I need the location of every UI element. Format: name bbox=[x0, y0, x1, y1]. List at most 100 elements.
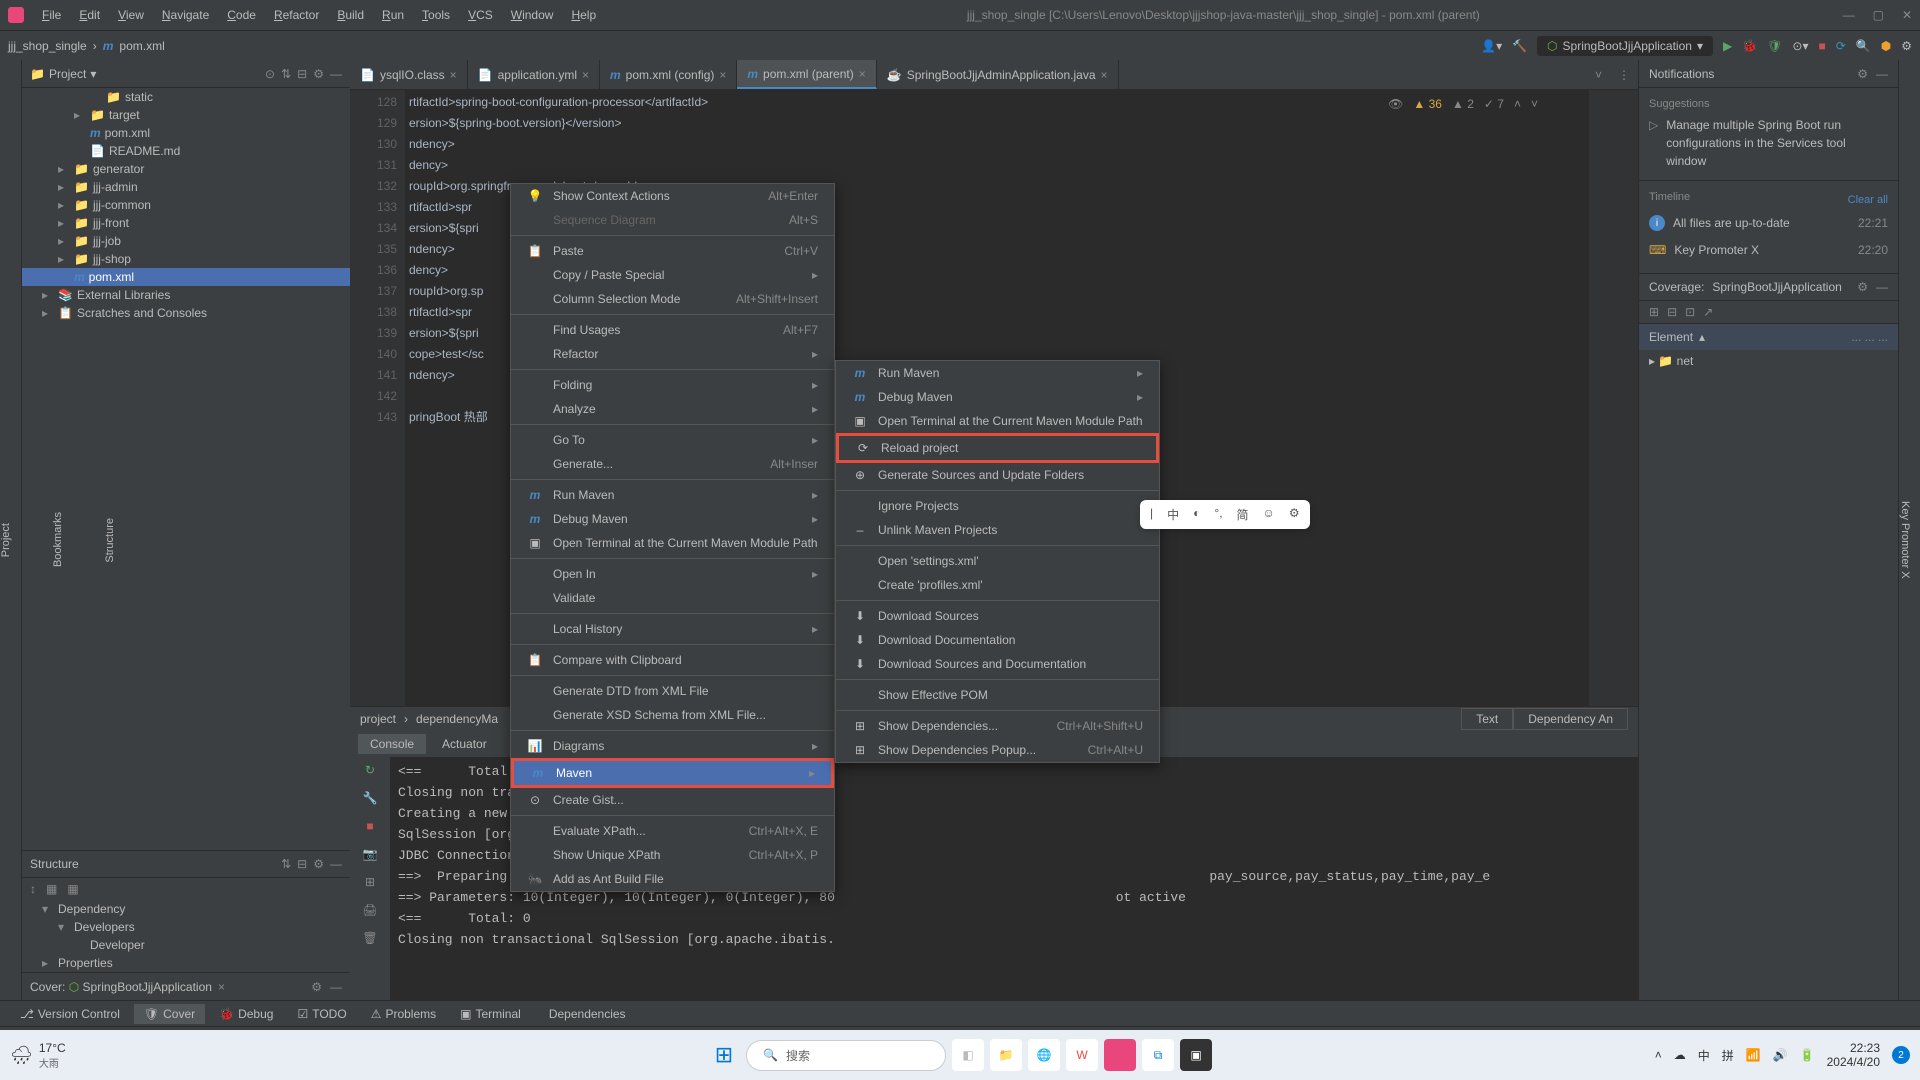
project-tool-button[interactable]: Project bbox=[0, 523, 12, 557]
menu-item-open-terminal-at-the-current-maven-module-path[interactable]: ▣Open Terminal at the Current Maven Modu… bbox=[511, 531, 834, 555]
run-config-selector[interactable]: ⬡ SpringBootJjjApplication ▾ bbox=[1537, 36, 1713, 56]
menu-item-generate-sources-and-update-folders[interactable]: ⊕Generate Sources and Update Folders bbox=[836, 463, 1159, 487]
eye-icon[interactable]: 👁 bbox=[1388, 94, 1403, 115]
inspection-widget[interactable]: 👁 ▲ 36 ▲ 2 ✓ 7 ˄ ˅ bbox=[1388, 94, 1538, 115]
menu-item-paste[interactable]: 📋PasteCtrl+V bbox=[511, 239, 834, 263]
editor-tab[interactable]: mpom.xml (config)× bbox=[600, 60, 737, 89]
menu-help[interactable]: Help bbox=[563, 4, 604, 26]
console-tab[interactable]: Console bbox=[358, 734, 426, 754]
menu-item-download-sources[interactable]: ⬇Download Sources bbox=[836, 604, 1159, 628]
structure-item[interactable]: ▾Dependency bbox=[22, 900, 350, 918]
breadcrumb-project[interactable]: jjj_shop_single bbox=[8, 39, 87, 53]
menu-vcs[interactable]: VCS bbox=[460, 4, 501, 26]
filter-icon[interactable]: ▦ bbox=[46, 882, 57, 896]
weather-widget[interactable]: 🌧 17°C 大雨 bbox=[10, 1041, 66, 1070]
coverage-tree-item[interactable]: ▸ 📁 net bbox=[1639, 350, 1898, 372]
edge-icon[interactable]: 🌐 bbox=[1028, 1039, 1060, 1071]
debug-icon[interactable]: 🐞 bbox=[1742, 39, 1757, 53]
text-tab[interactable]: Text bbox=[1461, 708, 1513, 730]
menu-item-show-unique-xpath[interactable]: Show Unique XPathCtrl+Alt+X, P bbox=[511, 843, 834, 867]
start-icon[interactable]: ⊞ bbox=[708, 1039, 740, 1071]
tree-item[interactable]: ▸📁jjj-front bbox=[22, 214, 350, 232]
menu-item-open-settings-xml-[interactable]: Open 'settings.xml' bbox=[836, 549, 1159, 573]
hide-icon[interactable]: — bbox=[330, 980, 342, 994]
actuator-tab[interactable]: Actuator bbox=[430, 734, 499, 754]
menu-item-create-gist-[interactable]: ⊙Create Gist... bbox=[511, 788, 834, 812]
menu-item-generate-[interactable]: Generate...Alt+Inser bbox=[511, 452, 834, 476]
close-tab-icon[interactable]: × bbox=[1101, 68, 1108, 82]
minimap[interactable] bbox=[1588, 90, 1638, 706]
tabs-more-icon[interactable]: ⋮ bbox=[1610, 68, 1638, 82]
ime-button[interactable]: ⚙ bbox=[1289, 506, 1300, 523]
menu-item-add-as-ant-build-file[interactable]: 🐜Add as Ant Build File bbox=[511, 867, 834, 891]
stop-icon[interactable]: ■ bbox=[366, 819, 373, 833]
ime-button[interactable]: 中 bbox=[1167, 506, 1179, 523]
coverage-icon[interactable]: 🛡 bbox=[1767, 39, 1782, 53]
editor-tab[interactable]: 📄application.yml× bbox=[468, 60, 600, 89]
editor-tab[interactable]: mpom.xml (parent)× bbox=[737, 60, 876, 89]
menu-code[interactable]: Code bbox=[219, 4, 264, 26]
editor-tab[interactable]: ☕SpringBootJjjAdminApplication.java× bbox=[877, 60, 1119, 89]
collapse-icon[interactable]: ⊟ bbox=[297, 67, 307, 81]
print-icon[interactable]: 🖨 bbox=[362, 903, 377, 917]
tool-icon[interactable]: 🔧 bbox=[363, 791, 378, 805]
tray-chevron-icon[interactable]: ˄ bbox=[1655, 1048, 1662, 1062]
menu-item-evaluate-xpath-[interactable]: Evaluate XPath...Ctrl+Alt+X, E bbox=[511, 819, 834, 843]
menu-item-column-selection-mode[interactable]: Column Selection ModeAlt+Shift+Insert bbox=[511, 287, 834, 311]
gear-icon[interactable]: ⚙ bbox=[1857, 280, 1868, 294]
terminal-icon[interactable]: ▣ bbox=[1180, 1039, 1212, 1071]
vscode-icon[interactable]: ⧉ bbox=[1142, 1039, 1174, 1071]
tree-item[interactable]: ▸📁generator bbox=[22, 160, 350, 178]
bottom-tool-dependencies[interactable]: Dependencies bbox=[535, 1004, 636, 1024]
menu-item-copy-paste-special[interactable]: Copy / Paste Special▸ bbox=[511, 263, 834, 287]
camera-icon[interactable]: 📷 bbox=[363, 847, 378, 861]
menu-item-generate-xsd-schema-from-xml-file-[interactable]: Generate XSD Schema from XML File... bbox=[511, 703, 834, 727]
taskbar-search[interactable]: 🔍 搜索 bbox=[746, 1040, 946, 1071]
sort-icon[interactable]: ↕ bbox=[30, 882, 36, 896]
ide-icon[interactable]: ⬢ bbox=[1881, 39, 1891, 53]
dep-analyzer-tab[interactable]: Dependency An bbox=[1513, 708, 1628, 730]
tree-item[interactable]: ▸📚External Libraries bbox=[22, 286, 350, 304]
filter2-icon[interactable]: ▦ bbox=[67, 882, 78, 896]
timeline-item[interactable]: ⌨ Key Promoter X 22:20 bbox=[1649, 237, 1888, 263]
tree-item[interactable]: mpom.xml bbox=[22, 268, 350, 286]
menu-item-go-to[interactable]: Go To▸ bbox=[511, 428, 834, 452]
rerun-icon[interactable]: ↻ bbox=[365, 763, 375, 777]
close-icon[interactable]: × bbox=[218, 980, 225, 994]
close-tab-icon[interactable]: × bbox=[582, 68, 589, 82]
menu-view[interactable]: View bbox=[110, 4, 152, 26]
menu-item-validate[interactable]: Validate bbox=[511, 586, 834, 610]
bottom-tool-todo[interactable]: ☑TODO bbox=[287, 1004, 356, 1024]
settings-icon[interactable]: ⚙ bbox=[1901, 39, 1912, 53]
menu-item-show-context-actions[interactable]: 💡Show Context ActionsAlt+Enter bbox=[511, 184, 834, 208]
menu-item-diagrams[interactable]: 📊Diagrams▸ bbox=[511, 734, 834, 758]
menu-item-show-dependencies-popup-[interactable]: ⊞Show Dependencies Popup...Ctrl+Alt+U bbox=[836, 738, 1159, 762]
ime-icon[interactable]: 中 bbox=[1698, 1047, 1710, 1064]
search-icon[interactable]: 🔍 bbox=[1856, 39, 1871, 53]
maximize-icon[interactable]: ▢ bbox=[1873, 8, 1884, 22]
select-opened-icon[interactable]: ⊙ bbox=[265, 67, 275, 81]
close-tab-icon[interactable]: × bbox=[450, 68, 457, 82]
menu-item-open-in[interactable]: Open In▸ bbox=[511, 562, 834, 586]
menu-edit[interactable]: Edit bbox=[71, 4, 108, 26]
minimize-icon[interactable]: — bbox=[1843, 8, 1855, 22]
structure-item[interactable]: ▸Properties bbox=[22, 954, 350, 972]
gear-icon[interactable]: ⚙ bbox=[313, 857, 324, 871]
bottom-tool-problems[interactable]: ⚠Problems bbox=[361, 1004, 446, 1024]
tree-item[interactable]: ▸📋Scratches and Consoles bbox=[22, 304, 350, 322]
explorer-icon[interactable]: 📁 bbox=[990, 1039, 1022, 1071]
menu-item-download-sources-and-documentation[interactable]: ⬇Download Sources and Documentation bbox=[836, 652, 1159, 676]
tree-item[interactable]: mpom.xml bbox=[22, 124, 350, 142]
expand-icon[interactable]: ⇅ bbox=[281, 857, 291, 871]
menu-item-run-maven[interactable]: mRun Maven▸ bbox=[836, 361, 1159, 385]
ime-button[interactable]: | bbox=[1150, 506, 1153, 523]
battery-icon[interactable]: 🔋 bbox=[1800, 1048, 1815, 1062]
menu-item-compare-with-clipboard[interactable]: 📋Compare with Clipboard bbox=[511, 648, 834, 672]
menu-item-maven[interactable]: mMaven▸ bbox=[511, 758, 834, 788]
tree-item[interactable]: ▸📁jjj-common bbox=[22, 196, 350, 214]
ime-button[interactable]: ☺ bbox=[1263, 506, 1275, 523]
volume-icon[interactable]: 🔊 bbox=[1773, 1048, 1788, 1062]
menu-item-reload-project[interactable]: ⟳Reload project bbox=[836, 433, 1159, 463]
editor-tab[interactable]: 📄ysqlIO.class× bbox=[350, 60, 468, 89]
tray-icon[interactable]: ☁ bbox=[1674, 1048, 1686, 1062]
